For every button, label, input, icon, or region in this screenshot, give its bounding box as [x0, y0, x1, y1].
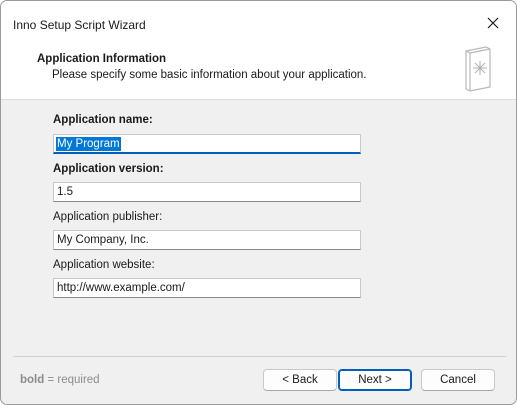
next-button[interactable]: Next > [338, 369, 412, 391]
required-hint: bold = required [20, 374, 100, 386]
page-title: Application Information [37, 53, 167, 65]
back-button[interactable]: < Back [263, 369, 337, 391]
window-title: Inno Setup Script Wizard [13, 18, 146, 32]
app-website-input[interactable] [53, 278, 361, 298]
app-name-label: Application name: [53, 114, 153, 126]
close-button[interactable] [470, 8, 516, 38]
app-name-input[interactable]: My Program [53, 134, 361, 154]
wizard-window: Inno Setup Script Wizard Application Inf… [0, 0, 517, 405]
page-subtitle: Please specify some basic information ab… [52, 69, 367, 81]
required-hint-bold: bold [20, 374, 45, 386]
title-bar: Inno Setup Script Wizard [1, 1, 516, 45]
cancel-button[interactable]: Cancel [421, 369, 495, 391]
page-header: Application Information Please specify s… [1, 45, 516, 100]
wizard-page-icon [465, 46, 491, 92]
app-publisher-input[interactable] [53, 230, 361, 250]
required-hint-text: = required [44, 374, 100, 386]
footer-divider [13, 356, 506, 357]
app-publisher-label: Application publisher: [53, 211, 163, 223]
app-name-value: My Program [56, 137, 121, 151]
app-version-label: Application version: [53, 163, 164, 175]
app-version-input[interactable] [53, 182, 361, 202]
close-icon [487, 17, 499, 29]
app-website-label: Application website: [53, 259, 155, 271]
form-area: Application name: My Program Application… [1, 100, 516, 356]
